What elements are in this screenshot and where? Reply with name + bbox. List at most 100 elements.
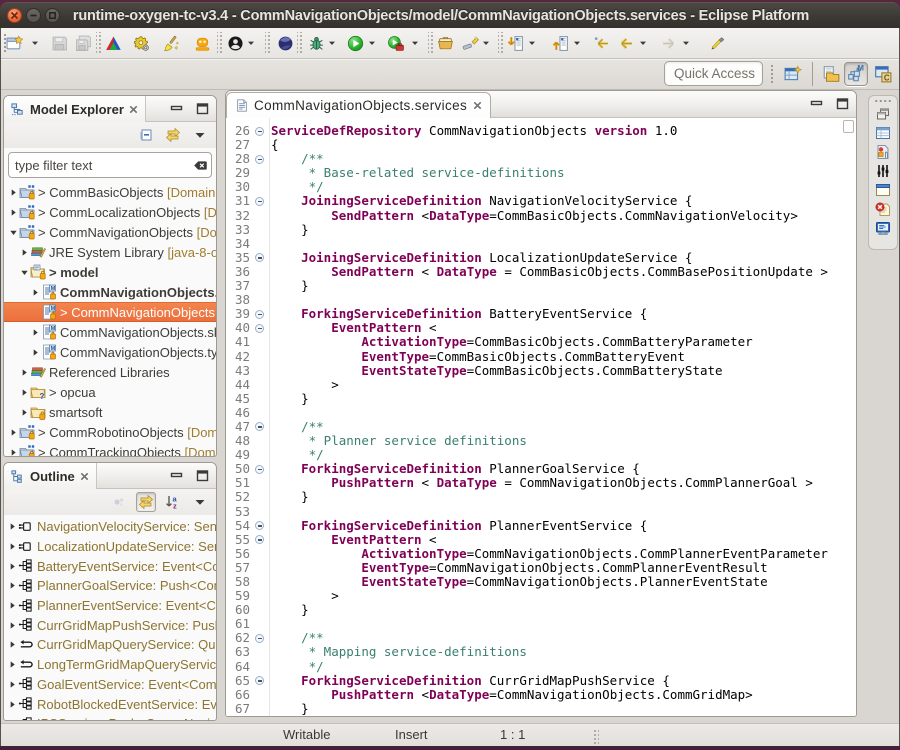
code-line[interactable]: * Planner service definitions: [270, 434, 856, 448]
code-line[interactable]: EventPattern <: [270, 321, 856, 335]
code-line[interactable]: EventType=CommNavigationObjects.CommPlan…: [270, 561, 856, 575]
perspective-cpp-button[interactable]: [871, 62, 895, 86]
run-external-tools-button[interactable]: [383, 31, 407, 55]
code-line[interactable]: EventPattern <: [270, 533, 856, 547]
perspective-bar-grip[interactable]: [769, 63, 775, 85]
editor-body[interactable]: 2627282930313233343536373839404142434445…: [226, 118, 856, 716]
fold-collapse-icon[interactable]: [255, 634, 264, 643]
expander-collapsed-icon[interactable]: [19, 367, 29, 377]
view-menu-button[interactable]: [190, 492, 210, 512]
run-external-tools-dropdown[interactable]: [409, 31, 421, 55]
expander-collapsed-icon[interactable]: [7, 640, 17, 650]
tree-item[interactable]: > CommTrackingObjects [DomainModelsRepos…: [4, 442, 216, 457]
expander-collapsed-icon[interactable]: [7, 699, 17, 709]
title-bar[interactable]: runtime-oxygen-tc-v3.4 - CommNavigationO…: [0, 2, 900, 28]
code-line[interactable]: }: [270, 603, 856, 617]
tree-item[interactable]: Referenced Libraries: [4, 362, 216, 382]
code-line[interactable]: ActivationType=CommBasicObjects.CommBatt…: [270, 335, 856, 349]
code-line[interactable]: [270, 237, 856, 251]
code-line[interactable]: ForkingServiceDefinition PlannerGoalServ…: [270, 462, 856, 476]
fold-collapse-icon[interactable]: [255, 310, 264, 319]
code-line[interactable]: [270, 505, 856, 519]
outline-item[interactable]: CurrGridMapQueryService: Query<CommNavig…: [4, 635, 216, 655]
code-line[interactable]: }: [270, 223, 856, 237]
code-line[interactable]: EventStateType=CommNavigationObjects.Pla…: [270, 575, 856, 589]
code-area[interactable]: ServiceDefRepository CommNavigationObjec…: [270, 118, 856, 716]
fold-collapse-icon[interactable]: [255, 127, 264, 136]
overview-ruler-header[interactable]: [843, 120, 854, 133]
close-view-icon[interactable]: [129, 105, 138, 114]
previous-annotation-dropdown[interactable]: [571, 31, 583, 55]
outline-item[interactable]: LongTermGridMapQueryService: Query<CommN…: [4, 655, 216, 675]
code-line[interactable]: /**: [270, 152, 856, 166]
fold-collapse-icon[interactable]: [255, 422, 264, 431]
tree-item[interactable]: CommNavigationObjects.types: [4, 342, 216, 362]
debug-button[interactable]: [304, 31, 328, 55]
expander-expanded-icon[interactable]: [8, 227, 18, 237]
new-wizard-dropdown[interactable]: [29, 31, 41, 55]
tree-item[interactable]: > CommBasicObjects [DomainModelsReposito…: [4, 182, 216, 202]
search-torch-button[interactable]: [458, 31, 482, 55]
clear-filter-icon[interactable]: [189, 158, 211, 173]
perspective-modeling-button[interactable]: [844, 62, 868, 86]
code-line[interactable]: EventStateType=CommBasicObjects.CommBatt…: [270, 364, 856, 378]
world-browser-button[interactable]: [273, 31, 297, 55]
view-properties-sliders-button[interactable]: [872, 161, 894, 180]
expander-collapsed-icon[interactable]: [30, 347, 40, 357]
view-console-button[interactable]: [872, 218, 894, 237]
code-line[interactable]: JoiningServiceDefinition NavigationVeloc…: [270, 194, 856, 208]
run-dropdown[interactable]: [366, 31, 378, 55]
fold-collapse-icon[interactable]: [255, 535, 264, 544]
minimize-view-button[interactable]: [168, 101, 186, 117]
expander-collapsed-icon[interactable]: [8, 447, 18, 457]
model-explorer-tab[interactable]: Model Explorer: [4, 96, 146, 122]
tree-item[interactable]: > CommNavigationObjects.services: [4, 302, 216, 322]
code-line[interactable]: }: [270, 392, 856, 406]
outline-item[interactable]: PlannerEventService: Event<CommNavigatio…: [4, 596, 216, 616]
open-task-button[interactable]: [433, 31, 457, 55]
view-model-repository-button[interactable]: [872, 142, 894, 161]
code-line[interactable]: * Mapping service-definitions: [270, 645, 856, 659]
code-line[interactable]: >: [270, 378, 856, 392]
tree-item[interactable]: > CommLocalizationObjects [DomainModelsR…: [4, 202, 216, 222]
code-line[interactable]: [270, 617, 856, 631]
expander-collapsed-icon[interactable]: [8, 427, 18, 437]
expander-collapsed-icon[interactable]: [7, 542, 17, 552]
fold-collapse-icon[interactable]: [255, 465, 264, 474]
fold-collapse-icon[interactable]: [255, 676, 264, 685]
expander-collapsed-icon[interactable]: [7, 620, 17, 630]
open-perspective-button[interactable]: [781, 62, 805, 86]
code-line[interactable]: PushPattern < DataType = CommNavigationO…: [270, 476, 856, 490]
perspective-resource-button[interactable]: [819, 62, 843, 86]
outline-item[interactable]: RobotBlockedEventService: Event<CommNavi…: [4, 694, 216, 714]
code-line[interactable]: JoiningServiceDefinition LocalizationUpd…: [270, 251, 856, 265]
fold-collapse-icon[interactable]: [255, 253, 264, 262]
outline-item[interactable]: IPSService: Push<CommNavigationObjects.C…: [4, 714, 216, 721]
code-line[interactable]: PushPattern <DataType=CommNavigationObje…: [270, 688, 856, 702]
outline-item[interactable]: NavigationVelocityService: Send<CommBasi…: [4, 517, 216, 537]
tree-item[interactable]: CommNavigationObjects.skills: [4, 322, 216, 342]
forward-history-button[interactable]: [657, 31, 681, 55]
code-line[interactable]: ForkingServiceDefinition CurrGridMapPush…: [270, 674, 856, 688]
expander-collapsed-icon[interactable]: [7, 601, 17, 611]
filter-input[interactable]: type filter text: [9, 158, 189, 173]
expander-expanded-icon[interactable]: [19, 267, 29, 277]
code-line[interactable]: ActivationType=CommNavigationObjects.Com…: [270, 547, 856, 561]
expander-collapsed-icon[interactable]: [8, 207, 18, 217]
expander-collapsed-icon[interactable]: [7, 719, 17, 721]
expander-collapsed-icon[interactable]: [7, 522, 17, 532]
maximize-view-button[interactable]: [194, 101, 212, 117]
code-line[interactable]: SendPattern <DataType=CommBasicObjects.C…: [270, 209, 856, 223]
next-annotation-button[interactable]: [503, 31, 527, 55]
view-menu-button[interactable]: [190, 125, 210, 145]
code-line[interactable]: [270, 406, 856, 420]
search-torch-dropdown[interactable]: [480, 31, 492, 55]
new-wizard-button[interactable]: [2, 31, 26, 55]
user-account-button[interactable]: [223, 31, 247, 55]
code-line[interactable]: * Base-related service-definitions: [270, 166, 856, 180]
statusbar-grip[interactable]: [592, 728, 599, 744]
collapse-all-button[interactable]: [136, 125, 156, 145]
expander-collapsed-icon[interactable]: [30, 287, 40, 297]
focus-button[interactable]: [109, 492, 129, 512]
restore-views-button[interactable]: [872, 104, 894, 123]
